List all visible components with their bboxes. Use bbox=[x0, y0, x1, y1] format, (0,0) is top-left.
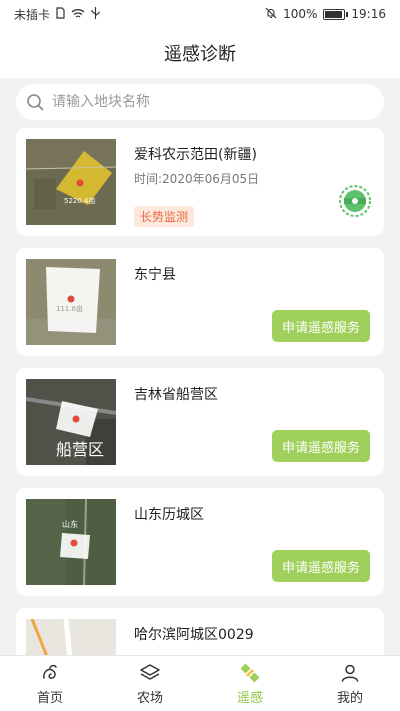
field-name: 山东历城区 bbox=[134, 507, 204, 523]
field-map-thumbnail: 111.6亩 bbox=[26, 259, 116, 345]
carrier-text: 未插卡 bbox=[14, 7, 51, 22]
field-list[interactable]: 5220.4亩 爱科农示范田(新疆) 时间:2020年06月05日 长势监测 1… bbox=[16, 128, 384, 655]
field-map-thumbnail bbox=[26, 619, 116, 655]
tab-label: 首页 bbox=[36, 690, 63, 706]
field-name: 东宁县 bbox=[134, 267, 176, 283]
tab-label: 遥感 bbox=[236, 690, 263, 706]
tab-mine[interactable]: 我的 bbox=[300, 656, 400, 711]
field-map-thumbnail: 船营区 bbox=[26, 379, 116, 465]
wifi-icon bbox=[71, 8, 85, 21]
user-icon bbox=[341, 664, 359, 682]
battery-icon bbox=[323, 8, 349, 20]
field-name: 哈尔滨阿城区0029 bbox=[134, 627, 254, 643]
bottom-tab-bar: 首页 农场 遥感 我的 bbox=[0, 655, 400, 711]
farm-layers-icon bbox=[140, 663, 160, 680]
tab-label: 农场 bbox=[136, 690, 163, 706]
map-area-label: 5220.4亩 bbox=[64, 196, 96, 205]
status-tag: 长势监测 bbox=[134, 206, 195, 227]
search-input[interactable] bbox=[52, 94, 352, 110]
field-name: 吉林省船营区 bbox=[134, 387, 218, 403]
apply-remote-sensing-button[interactable]: 申请遥感服务 bbox=[272, 310, 370, 342]
tab-farm[interactable]: 农场 bbox=[100, 656, 200, 711]
field-card[interactable]: 山东 山东历城区 申请遥感服务 bbox=[16, 488, 384, 596]
field-card[interactable]: 5220.4亩 爱科农示范田(新疆) 时间:2020年06月05日 长势监测 bbox=[16, 128, 384, 236]
clock: 19:16 bbox=[351, 7, 386, 21]
sim-card-icon bbox=[56, 7, 65, 21]
mute-icon bbox=[265, 7, 277, 21]
tab-label: 我的 bbox=[336, 690, 363, 706]
apply-remote-sensing-button[interactable]: 申请遥感服务 bbox=[272, 550, 370, 582]
field-name: 爱科农示范田(新疆) bbox=[134, 147, 257, 163]
field-card[interactable]: 111.6亩 东宁县 申请遥感服务 bbox=[16, 248, 384, 356]
search-bar[interactable] bbox=[16, 84, 384, 120]
map-region-label: 山东 bbox=[62, 519, 78, 529]
search-icon bbox=[27, 94, 44, 111]
field-map-thumbnail: 山东 bbox=[26, 499, 116, 585]
tab-remote-sensing[interactable]: 遥感 bbox=[200, 656, 300, 711]
home-icon bbox=[43, 664, 57, 679]
usb-icon bbox=[91, 7, 100, 21]
monitoring-stamp-icon bbox=[339, 185, 371, 217]
status-right: 100% 19:16 bbox=[265, 7, 386, 21]
title-bar: 遥感诊断 bbox=[0, 28, 400, 78]
page-title: 遥感诊断 bbox=[164, 44, 236, 65]
battery-percent: 100% bbox=[283, 7, 318, 21]
tab-home[interactable]: 首页 bbox=[0, 656, 100, 711]
satellite-icon bbox=[240, 663, 260, 682]
status-bar: 未插卡 100% 19:16 bbox=[0, 0, 400, 28]
map-district-label: 船营区 bbox=[56, 440, 104, 459]
field-time: 时间:2020年06月05日 bbox=[134, 172, 260, 186]
field-card[interactable]: 船营区 吉林省船营区 申请遥感服务 bbox=[16, 368, 384, 476]
apply-remote-sensing-button[interactable]: 申请遥感服务 bbox=[272, 430, 370, 462]
field-map-thumbnail: 5220.4亩 bbox=[26, 139, 116, 225]
map-area-label: 111.6亩 bbox=[56, 304, 83, 313]
field-card[interactable]: 哈尔滨阿城区0029 bbox=[16, 608, 384, 655]
status-left: 未插卡 bbox=[14, 6, 100, 23]
